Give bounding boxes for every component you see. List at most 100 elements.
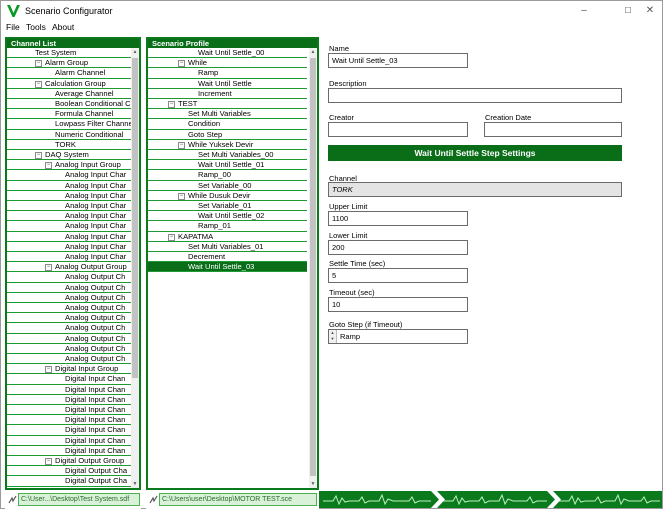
tree-item[interactable]: − Test System xyxy=(7,48,131,59)
collapse-toggle-icon[interactable]: − xyxy=(178,141,185,149)
lower-limit-input[interactable]: 200 xyxy=(328,240,468,255)
tree-item[interactable]: Digital Input Chan xyxy=(7,405,131,416)
tree-item[interactable]: Analog Input Char xyxy=(7,211,131,222)
scroll-down-arrow-icon[interactable]: ▼ xyxy=(131,480,139,488)
tree-item[interactable]: Set Multi Variables_01 xyxy=(148,242,307,252)
tree-item[interactable]: Formula Channel xyxy=(7,109,131,120)
creator-input[interactable] xyxy=(328,122,468,137)
collapse-toggle-icon[interactable]: − xyxy=(35,152,42,159)
channel-list-scrollbar[interactable]: ▲ ▼ xyxy=(131,48,139,488)
tree-item[interactable]: Wait Until Settle_00 xyxy=(148,48,307,59)
menu-file[interactable]: File xyxy=(6,22,20,32)
name-input[interactable]: Wait Until Settle_03 xyxy=(328,53,468,68)
tree-item[interactable]: − Calculation Group xyxy=(7,79,131,89)
tree-item[interactable]: Digital Input Chan xyxy=(7,446,131,456)
tree-item[interactable]: − DAQ System xyxy=(7,150,131,161)
tree-item-selected[interactable]: Wait Until Settle_03 xyxy=(148,262,307,273)
scroll-up-arrow-icon[interactable]: ▲ xyxy=(131,48,139,56)
tree-item[interactable]: Condition xyxy=(148,119,307,130)
tree-item[interactable]: Analog Input Char xyxy=(7,170,131,181)
tree-item[interactable]: Digital Output Cha xyxy=(7,487,131,488)
tree-item[interactable]: − Analog Output Group xyxy=(7,262,131,273)
spinner-arrows-icon[interactable]: ▲ ▼ xyxy=(329,330,337,343)
tree-item[interactable]: Analog Input Char xyxy=(7,242,131,252)
tree-item[interactable]: Analog Output Ch xyxy=(7,293,131,303)
tree-item[interactable]: Digital Input Chan xyxy=(7,374,131,385)
tree-item[interactable]: Analog Output Ch xyxy=(7,313,131,324)
collapse-toggle-icon[interactable]: − xyxy=(168,101,175,108)
channel-field[interactable]: TORK xyxy=(328,182,622,197)
collapse-toggle-icon[interactable]: − xyxy=(45,162,52,170)
tree-item[interactable]: − KAPATMA xyxy=(148,232,307,242)
tree-item[interactable]: Average Channel xyxy=(7,89,131,99)
tree-item[interactable]: Analog Output Ch xyxy=(7,334,131,344)
tree-item[interactable]: Analog Output Ch xyxy=(7,354,131,365)
tree-item[interactable]: − While Yuksek Devir xyxy=(148,140,307,150)
tree-item[interactable]: Analog Output Ch xyxy=(7,323,131,334)
tree-item[interactable]: Ramp xyxy=(148,68,307,79)
collapse-toggle-icon[interactable]: − xyxy=(178,192,185,200)
tree-item[interactable]: Analog Input Char xyxy=(7,232,131,242)
collapse-toggle-icon[interactable]: − xyxy=(45,264,52,272)
tree-item[interactable]: − TEST xyxy=(148,99,307,110)
goto-step-select[interactable]: ▲ ▼ Ramp xyxy=(328,329,468,344)
tree-item[interactable]: Alarm Channel xyxy=(7,68,131,79)
menu-about[interactable]: About xyxy=(52,22,74,32)
tree-item[interactable]: Analog Input Char xyxy=(7,221,131,232)
channel-list-scroll-thumb[interactable] xyxy=(132,58,138,378)
tree-item[interactable]: − Analog Input Group xyxy=(7,160,131,171)
tree-item[interactable]: Analog Input Char xyxy=(7,181,131,191)
tree-item[interactable]: Analog Output Ch xyxy=(7,303,131,314)
tree-item[interactable]: Analog Output Ch xyxy=(7,272,131,283)
close-button[interactable]: ✕ xyxy=(635,3,663,19)
tree-item[interactable]: Numeric Conditional xyxy=(7,130,131,140)
collapse-toggle-icon[interactable]: − xyxy=(35,60,42,68)
tree-item[interactable]: Lowpass Filter Channe xyxy=(7,119,131,130)
description-input[interactable] xyxy=(328,88,622,103)
tree-item[interactable]: − Digital Input Group xyxy=(7,364,131,375)
tree-item[interactable]: − While Dusuk Devir xyxy=(148,191,307,201)
tree-item[interactable]: − While xyxy=(148,58,307,69)
tree-item[interactable]: Ramp_00 xyxy=(148,170,307,181)
tree-item[interactable]: Boolean Conditional C xyxy=(7,99,131,110)
tree-item[interactable]: Set Multi Variables_00 xyxy=(148,150,307,161)
timeout-input[interactable]: 10 xyxy=(328,297,468,312)
tree-item[interactable]: Analog Input Char xyxy=(7,201,131,212)
collapse-toggle-icon[interactable]: − xyxy=(45,366,52,374)
tree-item[interactable]: Decrement xyxy=(148,252,307,263)
tree-item[interactable]: Digital Input Chan xyxy=(7,385,131,395)
upper-limit-input[interactable]: 1100 xyxy=(328,211,468,226)
tree-item[interactable]: Analog Input Char xyxy=(7,191,131,201)
tree-item[interactable]: Digital Input Chan xyxy=(7,395,131,405)
minimize-button[interactable]: – xyxy=(569,3,599,19)
tree-item[interactable]: − Alarm Group xyxy=(7,58,131,69)
collapse-toggle-icon[interactable]: − xyxy=(45,458,52,465)
scenario-scrollbar[interactable]: ▲ ▼ xyxy=(309,48,317,488)
menu-tools[interactable]: Tools xyxy=(26,22,46,32)
tree-item[interactable]: Digital Input Chan xyxy=(7,415,131,426)
tree-item[interactable]: Set Variable_00 xyxy=(148,181,307,191)
tree-item[interactable]: Goto Step xyxy=(148,130,307,140)
tree-item[interactable]: Wait Until Settle xyxy=(148,79,307,89)
scenario-scroll-thumb[interactable] xyxy=(310,58,316,476)
scroll-down-arrow-icon[interactable]: ▼ xyxy=(309,480,317,488)
collapse-toggle-icon[interactable]: − xyxy=(25,50,32,57)
tree-item[interactable]: TORK xyxy=(7,140,131,150)
tree-item[interactable]: Digital Output Cha xyxy=(7,466,131,477)
tree-item[interactable]: Wait Until Settle_02 xyxy=(148,211,307,222)
tree-item[interactable]: Analog Output Ch xyxy=(7,344,131,354)
tree-item[interactable]: Digital Output Cha xyxy=(7,476,131,487)
collapse-toggle-icon[interactable]: − xyxy=(178,60,185,68)
scroll-up-arrow-icon[interactable]: ▲ xyxy=(309,48,317,56)
tree-item[interactable]: Set Multi Variables xyxy=(148,109,307,120)
collapse-toggle-icon[interactable]: − xyxy=(168,233,175,241)
tree-item[interactable]: Analog Output Ch xyxy=(7,283,131,293)
tree-item[interactable]: Analog Input Char xyxy=(7,252,131,263)
settle-time-input[interactable]: 5 xyxy=(328,268,468,283)
tree-item[interactable]: Ramp_01 xyxy=(148,221,307,232)
tree-item[interactable]: Digital Input Chan xyxy=(7,425,131,436)
creation-date-input[interactable] xyxy=(484,122,622,137)
tree-item[interactable]: Set Variable_01 xyxy=(148,201,307,212)
tree-item[interactable]: Wait Until Settle_01 xyxy=(148,160,307,171)
collapse-toggle-icon[interactable]: − xyxy=(35,80,42,88)
